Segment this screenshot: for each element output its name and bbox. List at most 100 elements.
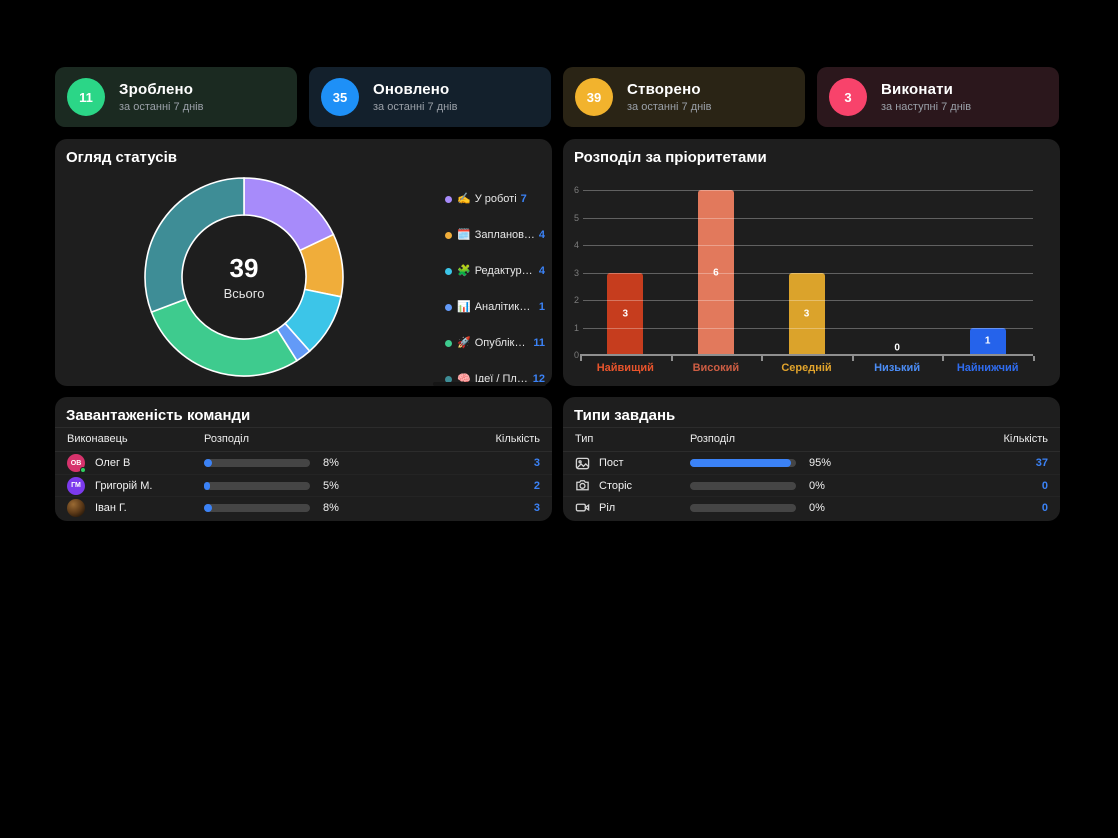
legend-item[interactable]: ✍️ У роботі 7 (445, 188, 545, 210)
avatar[interactable]: ОВ (67, 454, 85, 472)
legend-item[interactable]: 🧠 Ідеї / Плануван… 12 (445, 368, 545, 390)
progress-fill (690, 459, 791, 467)
stat-card[interactable]: 35 Оновлено за останні 7 днів (309, 67, 551, 127)
team-table-header: Виконавець Розподіл Кількість (55, 428, 552, 451)
type-row[interactable]: Пост 95% 37 (563, 452, 1060, 474)
stat-subtitle: за наступні 7 днів (881, 101, 971, 113)
y-axis-tick-label: 2 (565, 295, 579, 305)
legend-label: Заплановано до… (475, 229, 535, 241)
stat-value-badge: 11 (67, 78, 105, 116)
progress-bar (690, 459, 796, 467)
grid-line (583, 328, 1033, 329)
x-axis-category-label[interactable]: Найнижчий (943, 362, 1033, 374)
x-axis-tick (580, 356, 582, 361)
status-overview-title: Огляд статусів (66, 149, 177, 166)
x-axis-category-label[interactable]: Середній (762, 362, 852, 374)
progress-percent: 0% (796, 502, 857, 514)
dashboard-page: 11 Зроблено за останні 7 днів 35 Оновлен… (0, 0, 1118, 838)
row-count[interactable]: 0 (857, 502, 1048, 514)
legend-count[interactable]: 4 (539, 229, 545, 241)
progress-bar (690, 504, 796, 512)
col-count: Кількість (1003, 433, 1048, 445)
row-count[interactable]: 3 (373, 457, 540, 469)
stat-subtitle: за останні 7 днів (627, 101, 711, 113)
legend-count[interactable]: 7 (521, 193, 527, 205)
team-row[interactable]: ГМ Григорій М. 5% 2 (55, 474, 552, 496)
y-axis-tick-label: 5 (565, 213, 579, 223)
bar-value-label: 3 (623, 308, 629, 319)
x-axis-line (580, 354, 1033, 356)
x-axis-category-label[interactable]: Найвищий (580, 362, 670, 374)
x-axis-tick (761, 356, 763, 361)
progress-percent: 0% (796, 480, 857, 492)
stat-subtitle: за останні 7 днів (119, 101, 203, 113)
progress-bar (204, 504, 310, 512)
type-label: Пост (599, 457, 690, 469)
team-row[interactable]: Іван Г. 8% 3 (55, 496, 552, 518)
legend-status-icon: 📊 (457, 302, 471, 313)
video-icon (575, 500, 590, 515)
progress-bar (204, 482, 310, 490)
legend-count[interactable]: 1 (539, 301, 545, 313)
x-axis-category-label[interactable]: Низький (852, 362, 942, 374)
donut-segment[interactable] (151, 299, 296, 376)
team-workload-title: Завантаженість команди (66, 407, 250, 424)
type-row[interactable]: Ріл 0% 0 (563, 496, 1060, 518)
row-count[interactable]: 0 (857, 480, 1048, 492)
col-type: Тип (575, 433, 593, 445)
stat-title: Зроблено (119, 81, 203, 98)
type-label: Сторіс (599, 480, 690, 492)
grid-line (583, 273, 1033, 274)
row-count[interactable]: 37 (857, 457, 1048, 469)
donut-segment[interactable] (145, 178, 244, 312)
x-axis-category-label[interactable]: Високий (671, 362, 761, 374)
stat-card[interactable]: 11 Зроблено за останні 7 днів (55, 67, 297, 127)
col-assignee: Виконавець (67, 433, 128, 445)
grid-line (583, 190, 1033, 191)
task-types-title: Типи завдань (574, 407, 675, 424)
progress-fill (204, 504, 212, 512)
legend-item[interactable]: 🧩 Редактура / Пе… 4 (445, 260, 545, 282)
legend-item[interactable]: 🗓️ Заплановано до… 4 (445, 224, 545, 246)
progress-bar (204, 459, 310, 467)
progress-percent: 95% (796, 457, 857, 469)
progress-fill (204, 482, 210, 490)
legend-count[interactable]: 4 (539, 265, 545, 277)
y-axis-tick-label: 4 (565, 240, 579, 250)
stat-title: Створено (627, 81, 711, 98)
team-row[interactable]: ОВ Олег В 8% 3 (55, 452, 552, 474)
legend-status-icon: ✍️ (457, 194, 471, 205)
progress-percent: 8% (310, 457, 373, 469)
legend-label: Опубліковано (475, 337, 530, 349)
type-row[interactable]: Сторіс 0% 0 (563, 474, 1060, 496)
progress-percent: 5% (310, 480, 373, 492)
avatar[interactable] (67, 499, 85, 517)
stat-value-badge: 35 (321, 78, 359, 116)
stat-card[interactable]: 39 Створено за останні 7 днів (563, 67, 805, 127)
legend-item[interactable]: 📊 Аналітика / Рез… 1 (445, 296, 545, 318)
status-overview-panel: Огляд статусів 39 Всього ✍️ У роботі 7 🗓… (55, 139, 552, 386)
legend-count[interactable]: 11 (533, 337, 545, 349)
col-count: Кількість (495, 433, 540, 445)
legend-label: У роботі (475, 193, 517, 205)
row-count[interactable]: 2 (373, 480, 540, 492)
legend-item[interactable]: 🚀 Опубліковано 11 (445, 332, 545, 354)
donut-segment[interactable] (244, 178, 333, 250)
camera-icon (575, 478, 590, 493)
legend-label: Редактура / Пе… (475, 265, 535, 277)
assignee-name: Григорій М. (95, 480, 204, 492)
legend-scrollbar[interactable] (433, 382, 546, 386)
progress-percent: 8% (310, 502, 373, 514)
legend-color-dot (445, 304, 452, 311)
legend-status-icon: 🚀 (457, 338, 471, 349)
avatar[interactable]: ГМ (67, 477, 85, 495)
assignee-name: Іван Г. (95, 502, 204, 514)
legend-color-dot (445, 196, 452, 203)
stat-card[interactable]: 3 Виконати за наступні 7 днів (817, 67, 1059, 127)
grid-line (583, 218, 1033, 219)
stat-title: Виконати (881, 81, 971, 98)
assignee-name: Олег В (95, 457, 204, 469)
row-count[interactable]: 3 (373, 502, 540, 514)
stat-subtitle: за останні 7 днів (373, 101, 457, 113)
types-table-rows: Пост 95% 37 Сторіс 0% 0 Ріл 0% 0 (563, 452, 1060, 518)
